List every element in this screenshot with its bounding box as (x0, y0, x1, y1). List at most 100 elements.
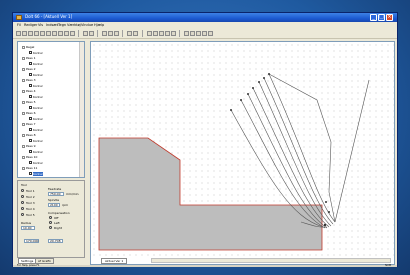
menu-file[interactable]: Fil (17, 23, 21, 27)
zoom-out-icon[interactable] (153, 31, 158, 36)
expand-icon[interactable] (22, 111, 25, 115)
undo-icon[interactable] (58, 31, 63, 36)
menu-view[interactable]: Vis (38, 23, 43, 27)
pan-icon[interactable] (171, 31, 176, 36)
layers-icon[interactable] (196, 31, 201, 36)
tool-3-radio[interactable] (21, 201, 24, 204)
zoom-window-icon[interactable] (165, 31, 170, 36)
drawing-canvas[interactable]: Aktuel Ver 1 (90, 41, 395, 265)
canvas-tab[interactable]: Aktuel Ver 1 (101, 258, 128, 264)
zoom-in-icon[interactable] (147, 31, 152, 36)
redo-icon[interactable] (64, 31, 69, 36)
minimize-icon[interactable]: _ (370, 14, 377, 21)
tree-item-contour[interactable]: Kontur (29, 117, 43, 121)
checkbox-icon[interactable] (29, 172, 32, 175)
checkbox-icon[interactable] (29, 150, 32, 153)
copy-icon[interactable] (46, 31, 51, 36)
y-coordinate-input[interactable]: 20.708 (48, 239, 63, 243)
simulate-icon[interactable] (133, 31, 138, 36)
tree-item-pass[interactable]: Pass 4 (22, 89, 36, 93)
tree-item-pass[interactable]: Pass 1 (22, 56, 36, 60)
expand-icon[interactable] (22, 122, 25, 126)
expand-icon[interactable] (22, 133, 25, 137)
tree-item-pass[interactable]: Pass 10 (22, 155, 37, 159)
title-bar[interactable]: Dolt 66 - [Aktuell Ver 1] _ □ × (13, 13, 397, 22)
radius-input[interactable]: 10.00 (21, 226, 35, 230)
horizontal-scrollbar[interactable] (151, 258, 391, 263)
tree-item-contour[interactable]: Kontur (29, 161, 43, 165)
tree-item-contour[interactable]: Kontur (29, 95, 43, 99)
tool-4-radio[interactable] (21, 207, 24, 210)
expand-icon[interactable] (22, 67, 25, 71)
checkbox-icon[interactable] (29, 95, 32, 98)
tree-item-pass[interactable]: Regel (22, 45, 34, 49)
menu-tools[interactable]: Værktøj (67, 23, 81, 27)
cut-icon[interactable] (40, 31, 45, 36)
checkbox-icon[interactable] (29, 161, 32, 164)
tree-item-pass[interactable]: Pass 8 (22, 133, 36, 137)
expand-icon[interactable] (22, 78, 25, 82)
grid-icon[interactable] (184, 31, 189, 36)
spindle-input[interactable]: 2100 (48, 203, 60, 207)
tree-item-contour[interactable]: Kontur (29, 62, 43, 66)
tree-item-pass[interactable]: Pass 9 (22, 144, 36, 148)
arc-icon[interactable] (102, 31, 107, 36)
tree-item-contour[interactable]: Kontur (29, 171, 43, 176)
settings-icon[interactable] (208, 31, 213, 36)
checkbox-icon[interactable] (29, 117, 32, 120)
comp-right-radio[interactable] (49, 226, 52, 229)
measure-icon[interactable] (202, 31, 207, 36)
menu-draw[interactable]: Tegn (58, 23, 66, 27)
operations-tree[interactable]: Regel Kontur Pass 1 Kontur Pass 2 Kontur Pass … (17, 41, 85, 178)
menu-window[interactable]: Vindue (81, 23, 93, 27)
tree-item-pass[interactable]: Pass 6 (22, 111, 36, 115)
feedrate-input[interactable]: 750.00 (48, 192, 64, 196)
expand-icon[interactable] (22, 100, 25, 104)
expand-icon[interactable] (22, 45, 25, 49)
zoom-fit-icon[interactable] (159, 31, 164, 36)
tool-2-radio[interactable] (21, 195, 24, 198)
expand-icon[interactable] (22, 155, 25, 159)
new-file-icon[interactable] (16, 31, 21, 36)
tree-item-contour[interactable]: Kontur (29, 51, 43, 55)
help-icon[interactable] (70, 31, 75, 36)
tree-item-pass[interactable]: Pass 5 (22, 100, 36, 104)
line-icon[interactable] (89, 31, 94, 36)
menu-help[interactable]: Hjælp (94, 23, 104, 27)
toolpath-icon[interactable] (127, 31, 132, 36)
checkbox-icon[interactable] (29, 73, 32, 76)
tree-item-contour[interactable]: Kontur (29, 106, 43, 110)
menu-insert[interactable]: Indsæt (46, 23, 58, 27)
tree-item-contour[interactable]: Kontur (29, 150, 43, 154)
open-file-icon[interactable] (22, 31, 27, 36)
tree-item-pass[interactable]: Pass 2 (22, 67, 36, 71)
checkbox-icon[interactable] (29, 139, 32, 142)
close-icon[interactable]: × (386, 14, 393, 21)
expand-icon[interactable] (22, 56, 25, 60)
checkbox-icon[interactable] (29, 106, 32, 109)
save-icon[interactable] (28, 31, 33, 36)
menu-edit[interactable]: Rediger (24, 23, 37, 27)
tree-scrollbar[interactable] (79, 42, 84, 177)
x-coordinate-input[interactable]: 170.000 (24, 239, 39, 243)
tool-5-radio[interactable] (21, 213, 24, 216)
expand-icon[interactable] (22, 166, 25, 170)
expand-icon[interactable] (22, 89, 25, 93)
tree-item-contour[interactable]: Kontur (29, 128, 43, 132)
print-icon[interactable] (34, 31, 39, 36)
circle-icon[interactable] (108, 31, 113, 36)
checkbox-icon[interactable] (29, 62, 32, 65)
checkbox-icon[interactable] (29, 51, 32, 54)
tool-1-radio[interactable] (21, 189, 24, 192)
tree-item-pass[interactable]: Pass 7 (22, 122, 36, 126)
maximize-icon[interactable]: □ (378, 14, 385, 21)
snap-icon[interactable] (190, 31, 195, 36)
tree-item-contour[interactable]: Kontur (29, 73, 43, 77)
comp-off-radio[interactable] (49, 216, 52, 219)
tree-item-pass[interactable]: Pass 11 (22, 166, 37, 170)
paste-icon[interactable] (52, 31, 57, 36)
comp-left-radio[interactable] (49, 221, 52, 224)
expand-icon[interactable] (22, 144, 25, 148)
tree-item-contour[interactable]: Kontur (29, 139, 43, 143)
tree-item-contour[interactable]: Kontur (29, 84, 43, 88)
